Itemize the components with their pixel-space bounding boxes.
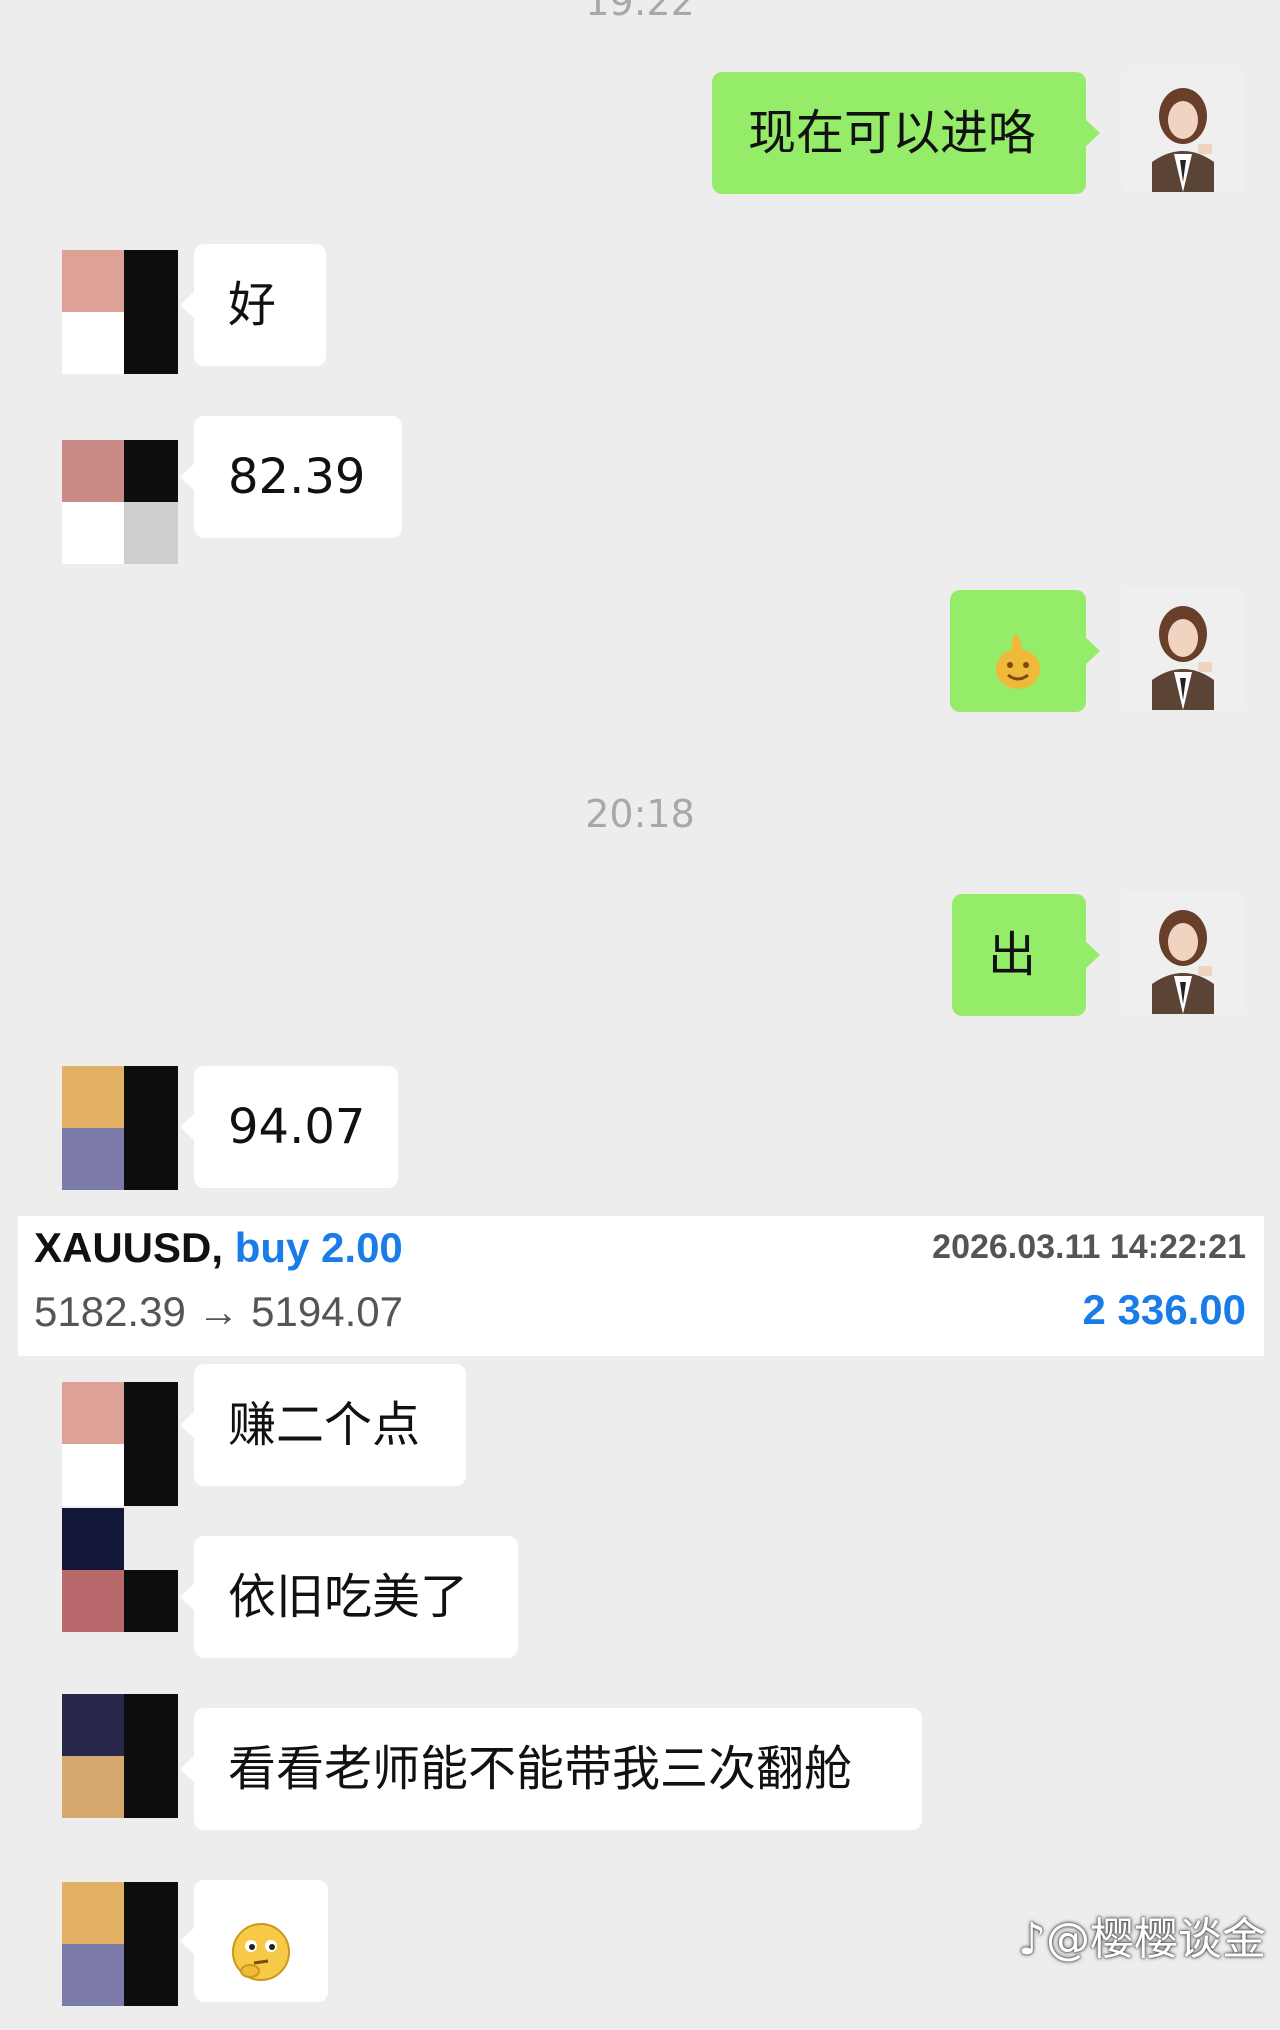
- message-text: 现在可以进咯: [748, 105, 1037, 161]
- trade-profit: 2 336.00: [1082, 1286, 1247, 1333]
- trade-record-card: XAUUSD, buy 2.00 2026.03.11 14:22:21 518…: [18, 1216, 1264, 1356]
- message-bubble-contact[interactable]: 好: [180, 244, 326, 366]
- trade-prices: 5182.39 → 5194.07: [34, 1288, 403, 1335]
- avatar-self[interactable]: [1122, 70, 1244, 192]
- message-text: 82.39: [228, 449, 366, 505]
- message-text: 赚二个点: [228, 1397, 421, 1453]
- watermark: ♪@樱樱谈金: [1018, 1903, 1266, 1967]
- message-bubble-self[interactable]: 现在可以进咯: [712, 72, 1100, 194]
- message-bubble-contact[interactable]: 看看老师能不能带我三次翻舱: [180, 1708, 922, 1830]
- message-text: 好: [228, 277, 277, 333]
- trade-side: buy 2.00: [234, 1224, 403, 1271]
- avatar-contact[interactable]: [62, 1694, 178, 1818]
- avatar-self[interactable]: [1122, 588, 1244, 710]
- avatar-contact[interactable]: [62, 440, 178, 564]
- avatar-contact[interactable]: [62, 1066, 178, 1190]
- timestamp-middle: 20:18: [585, 792, 695, 836]
- watermark-text: @樱樱谈金: [1046, 1914, 1266, 1965]
- message-text: 依旧吃美了: [228, 1569, 469, 1625]
- avatar-self[interactable]: [1122, 892, 1244, 1014]
- avatar-contact[interactable]: [62, 1382, 178, 1506]
- message-bubble-self[interactable]: 出: [952, 894, 1100, 1016]
- message-text: 94.07: [228, 1099, 366, 1155]
- message-bubble-contact[interactable]: 82.39: [180, 416, 402, 538]
- message-text: 看看老师能不能带我三次翻舱: [228, 1741, 853, 1797]
- message-text: 出: [988, 927, 1037, 983]
- message-bubble-contact-emoji[interactable]: [180, 1880, 328, 2002]
- message-bubble-contact[interactable]: 赚二个点: [180, 1364, 466, 1486]
- message-bubble-contact[interactable]: 94.07: [180, 1066, 398, 1188]
- avatar-contact[interactable]: [62, 1882, 178, 2006]
- trade-datetime: 2026.03.11 14:22:21: [932, 1228, 1246, 1266]
- thinking-emoji-icon: [228, 1908, 294, 1981]
- trade-symbol: XAUUSD,: [34, 1224, 224, 1271]
- message-bubble-contact[interactable]: 依旧吃美了: [180, 1536, 518, 1658]
- timestamp-top: 19:22: [585, 0, 695, 24]
- avatar-contact[interactable]: [62, 1508, 178, 1632]
- watermark-logo-icon: ♪: [1017, 1914, 1046, 1965]
- message-bubble-self-sticker[interactable]: [950, 590, 1100, 712]
- sticker-icon: [990, 618, 1046, 689]
- avatar-contact[interactable]: [62, 250, 178, 374]
